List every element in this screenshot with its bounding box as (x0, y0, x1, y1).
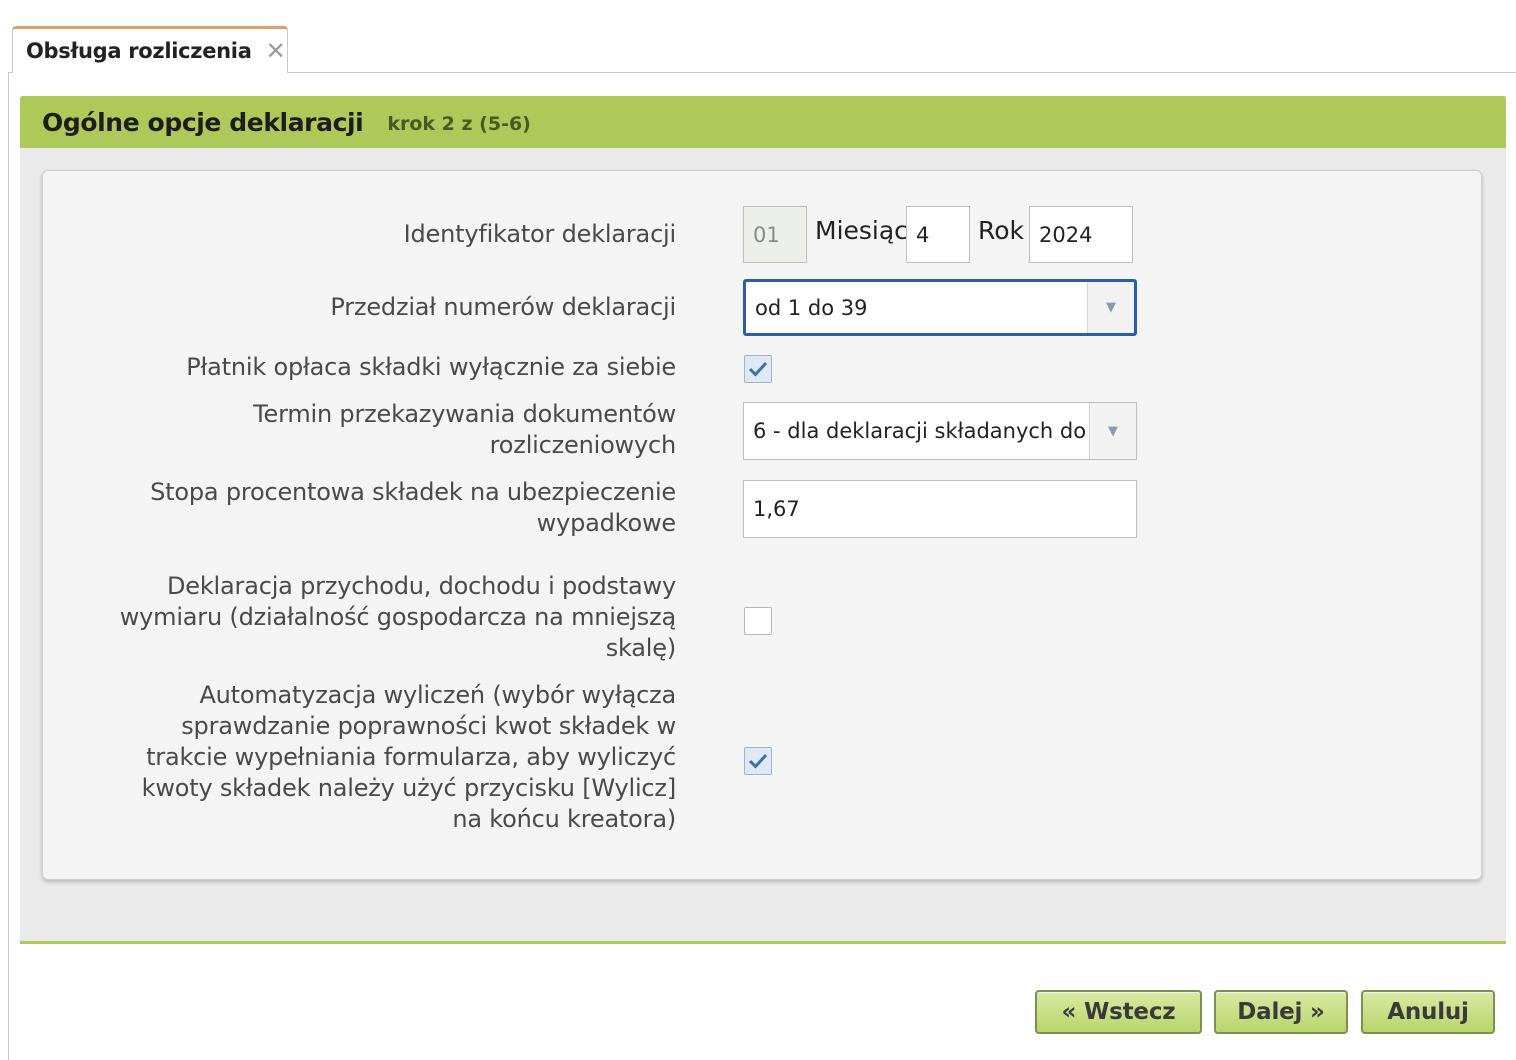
number-range-label: Przedział numerów deklaracji (330, 293, 676, 321)
tab-settlement[interactable]: Obsługa rozliczenia ✕ (12, 26, 288, 73)
content-left-border (8, 72, 9, 1060)
automation-label-line: kwoty składek należy użyć przycisku [Wyl… (141, 774, 677, 802)
step-indicator: krok 2 z (5-6) (387, 113, 531, 135)
form-box: Identyfikator deklaracji 01 Miesiąc 4 Ro… (42, 170, 1482, 880)
month-field[interactable]: 4 (906, 206, 970, 263)
cancel-button[interactable]: Anuluj (1361, 990, 1495, 1034)
year-field[interactable]: 2024 (1029, 206, 1133, 263)
accident-rate-label-line: wypadkowe (536, 509, 677, 537)
income-declaration-label: Deklaracja przychodu, dochodu i podstawy… (120, 571, 676, 664)
page: Obsługa rozliczenia ✕ Ogólne opcje dekla… (0, 0, 1516, 1060)
month-label: Miesiąc (815, 216, 908, 245)
income-declaration-label-line: wymiaru (działalność gospodarcza na mnie… (119, 603, 676, 631)
panel-header: Ogólne opcje deklaracji krok 2 z (5-6) (20, 96, 1506, 148)
accident-rate-label: Stopa procentowa składek na ubezpieczeni… (150, 477, 676, 539)
identifier-label: Identyfikator deklaracji (403, 220, 677, 248)
automation-label: Automatyzacja wyliczeń (wybór wyłącza sp… (141, 680, 677, 835)
panel-title: Ogólne opcje deklaracji (42, 107, 364, 137)
checkmark-icon (748, 753, 768, 769)
back-button[interactable]: « Wstecz (1035, 990, 1202, 1034)
accident-rate-field[interactable]: 1,67 (743, 480, 1137, 538)
income-declaration-checkbox[interactable] (744, 607, 772, 635)
automation-label-line: trakcie wypełniania formularza, aby wyli… (146, 743, 676, 771)
tab-label: Obsługa rozliczenia (26, 39, 252, 63)
income-declaration-label-line: Deklaracja przychodu, dochodu i podstawy (167, 572, 676, 600)
automation-checkbox[interactable] (744, 747, 772, 775)
identifier-field: 01 (743, 206, 807, 263)
year-label: Rok (978, 216, 1025, 245)
payer-only-self-label: Płatnik opłaca składki wyłącznie za sieb… (186, 353, 676, 381)
next-button[interactable]: Dalej » (1214, 990, 1348, 1034)
document-deadline-value: 6 - dla deklaracji składanych do 20 (753, 419, 1089, 443)
document-deadline-label-line: Termin przekazywania dokumentów (253, 400, 676, 428)
payer-only-self-checkbox[interactable] (744, 355, 772, 383)
automation-label-line: sprawdzanie poprawności kwot składek w (181, 712, 676, 740)
number-range-select[interactable]: od 1 do 39 ▼ (743, 279, 1137, 336)
automation-label-line: na końcu kreatora) (452, 805, 676, 833)
number-range-value: od 1 do 39 (755, 295, 868, 320)
accident-rate-label-line: Stopa procentowa składek na ubezpieczeni… (150, 478, 676, 506)
document-deadline-label: Termin przekazywania dokumentów rozlicze… (253, 399, 676, 461)
wizard-panel: Ogólne opcje deklaracji krok 2 z (5-6) I… (20, 96, 1506, 944)
close-icon[interactable]: ✕ (266, 39, 286, 63)
income-declaration-label-line: skalę) (605, 634, 676, 662)
chevron-down-icon[interactable]: ▼ (1087, 282, 1134, 333)
chevron-down-icon[interactable]: ▼ (1089, 403, 1136, 459)
document-deadline-label-line: rozliczeniowych (489, 431, 677, 459)
document-deadline-select[interactable]: 6 - dla deklaracji składanych do 20 ▼ (743, 402, 1137, 460)
automation-label-line: Automatyzacja wyliczeń (wybór wyłącza (199, 681, 676, 709)
checkmark-icon (748, 361, 768, 377)
